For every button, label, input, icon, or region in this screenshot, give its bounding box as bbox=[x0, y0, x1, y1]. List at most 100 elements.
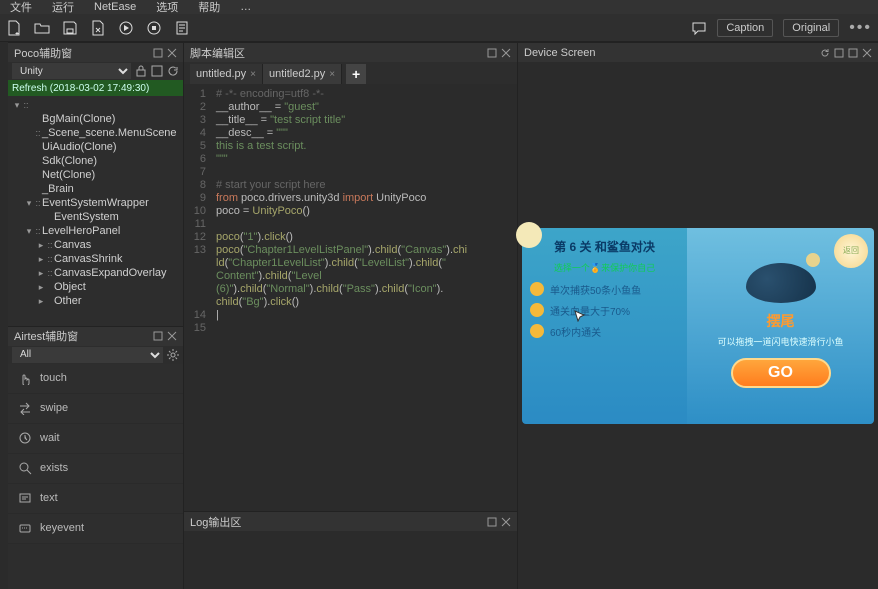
tree-node[interactable]: ▸Other bbox=[8, 294, 183, 308]
original-button[interactable]: Original bbox=[783, 19, 839, 37]
character-icon bbox=[746, 263, 816, 303]
action-touch[interactable]: touch bbox=[8, 364, 183, 394]
key-icon bbox=[18, 521, 32, 535]
poco-framework-select[interactable]: Unity bbox=[12, 63, 131, 79]
tree-node[interactable]: ▸::CanvasExpandOverlay bbox=[8, 266, 183, 280]
log-panel-header: Log输出区 bbox=[184, 511, 517, 531]
task-label: 通关血量大于70% bbox=[550, 303, 630, 318]
device-screen[interactable]: 第 6 关 和鲨鱼对决 选择一个🏅来保护你自己 单次捕获50条小鱼鱼通关血量大于… bbox=[518, 62, 878, 589]
device-panel-title: Device Screen bbox=[524, 47, 596, 59]
tab-close-icon[interactable]: × bbox=[250, 69, 256, 80]
tree-node[interactable]: ▾::LevelHeroPanel bbox=[8, 224, 183, 238]
game-mirror[interactable]: 第 6 关 和鲨鱼对决 选择一个🏅来保护你自己 单次捕获50条小鱼鱼通关血量大于… bbox=[522, 228, 874, 424]
task-item[interactable]: 通关血量大于70% bbox=[530, 303, 679, 318]
code-content[interactable]: # -*- encoding=utf8 -*- __author__ = "gu… bbox=[212, 84, 467, 511]
close-icon[interactable] bbox=[167, 331, 177, 341]
action-label: text bbox=[40, 492, 58, 504]
delete-file-icon[interactable] bbox=[90, 20, 106, 36]
action-exists[interactable]: exists bbox=[8, 454, 183, 484]
new-tab-button[interactable]: + bbox=[346, 64, 366, 84]
action-swipe[interactable]: swipe bbox=[8, 394, 183, 424]
editor-tab[interactable]: untitled2.py× bbox=[263, 64, 342, 84]
undock-icon[interactable] bbox=[848, 48, 858, 58]
save-icon[interactable] bbox=[62, 20, 78, 36]
character-name: 摆尾 bbox=[767, 311, 795, 331]
action-label: keyevent bbox=[40, 522, 84, 534]
tree-node[interactable]: Net(Clone) bbox=[8, 168, 183, 182]
code-editor[interactable]: 123456789101112131415 # -*- encoding=utf… bbox=[184, 84, 517, 511]
task-item[interactable]: 60秒内通关 bbox=[530, 324, 679, 339]
toolbar: Caption Original ••• bbox=[0, 14, 878, 42]
task-label: 单次捕获50条小鱼鱼 bbox=[550, 282, 641, 297]
medal-icon bbox=[530, 282, 544, 296]
tree-node[interactable]: BgMain(Clone) bbox=[8, 112, 183, 126]
settings-icon[interactable] bbox=[167, 349, 179, 361]
undock-icon[interactable] bbox=[487, 517, 497, 527]
editor-tabs: untitled.py×untitled2.py×+ bbox=[184, 62, 517, 84]
line-gutter: 123456789101112131415 bbox=[184, 84, 212, 511]
tree-node[interactable]: UiAudio(Clone) bbox=[8, 140, 183, 154]
inspect-icon[interactable] bbox=[151, 65, 163, 77]
tree-node[interactable]: _Brain bbox=[8, 182, 183, 196]
overflow-icon[interactable]: ••• bbox=[849, 19, 872, 37]
action-wait[interactable]: wait bbox=[8, 424, 183, 454]
action-label: touch bbox=[40, 372, 67, 384]
play-icon[interactable] bbox=[118, 20, 134, 36]
tree-node[interactable]: ▸::CanvasShrink bbox=[8, 252, 183, 266]
airtest-filter-select[interactable]: All bbox=[12, 347, 163, 363]
action-keyevent[interactable]: keyevent bbox=[8, 514, 183, 544]
tree-node[interactable]: ▸Object bbox=[8, 280, 183, 294]
close-icon[interactable] bbox=[862, 48, 872, 58]
undock-icon[interactable] bbox=[487, 48, 497, 58]
tree-node[interactable]: ::_Scene_scene.MenuScene bbox=[8, 126, 183, 140]
level-title: 第 6 关 和鲨鱼对决 bbox=[530, 238, 679, 255]
tree-node[interactable]: ▸::Canvas bbox=[8, 238, 183, 252]
tree-node[interactable]: ▾:: bbox=[8, 98, 183, 112]
menu-help[interactable]: 帮助 bbox=[198, 0, 220, 15]
task-item[interactable]: 单次捕获50条小鱼鱼 bbox=[530, 282, 679, 297]
menu-options[interactable]: 选项 bbox=[156, 0, 178, 15]
log-output[interactable] bbox=[184, 531, 517, 589]
comment-icon[interactable] bbox=[691, 20, 707, 36]
editor-tab[interactable]: untitled.py × bbox=[190, 64, 263, 84]
close-icon[interactable] bbox=[501, 48, 511, 58]
refresh-icon[interactable] bbox=[167, 65, 179, 77]
rotate-icon[interactable] bbox=[820, 48, 830, 58]
report-icon[interactable] bbox=[174, 20, 190, 36]
open-folder-icon[interactable] bbox=[34, 20, 50, 36]
close-icon[interactable] bbox=[167, 48, 177, 58]
character-desc: 可以拖拽一道闪电快速滑行小鱼 bbox=[717, 335, 843, 348]
menu-run[interactable]: 运行 bbox=[52, 0, 74, 15]
lock-icon[interactable] bbox=[135, 65, 147, 77]
undock-icon[interactable] bbox=[153, 48, 163, 58]
editor-panel-title: 脚本编辑区 bbox=[190, 45, 245, 61]
swap-icon bbox=[18, 401, 32, 415]
stop-icon[interactable] bbox=[146, 20, 162, 36]
caption-button[interactable]: Caption bbox=[717, 19, 773, 37]
clock-icon bbox=[18, 431, 32, 445]
tree-node[interactable]: EventSystem bbox=[8, 210, 183, 224]
airtest-panel-title: Airtest辅助窗 bbox=[14, 328, 78, 344]
undock-icon[interactable] bbox=[153, 331, 163, 341]
cursor-icon bbox=[574, 310, 586, 322]
tab-close-icon[interactable]: × bbox=[329, 69, 335, 80]
editor-panel-header: 脚本编辑区 bbox=[184, 42, 517, 62]
tree-node[interactable]: ▾::EventSystemWrapper bbox=[8, 196, 183, 210]
action-text[interactable]: text bbox=[8, 484, 183, 514]
close-icon[interactable] bbox=[501, 517, 511, 527]
menu-file[interactable]: 文件 bbox=[10, 0, 32, 15]
menu-more[interactable]: … bbox=[240, 1, 251, 13]
refresh-status[interactable]: Refresh (2018-03-02 17:49:30) bbox=[8, 80, 183, 96]
back-bubble[interactable]: 返回 bbox=[834, 234, 868, 268]
new-file-icon[interactable] bbox=[6, 20, 22, 36]
menubar: 文件 运行 NetEase 选项 帮助 … bbox=[0, 0, 878, 14]
hand-icon bbox=[18, 371, 32, 385]
go-button[interactable]: GO bbox=[731, 358, 831, 388]
tree-node[interactable]: Sdk(Clone) bbox=[8, 154, 183, 168]
device-panel-header: Device Screen bbox=[518, 42, 878, 62]
task-label: 60秒内通关 bbox=[550, 324, 601, 339]
hierarchy-tree: ▾::BgMain(Clone)::_Scene_scene.MenuScene… bbox=[8, 96, 183, 326]
fullscreen-icon[interactable] bbox=[834, 48, 844, 58]
menu-netease[interactable]: NetEase bbox=[94, 1, 136, 13]
tab-label: untitled.py bbox=[196, 68, 246, 80]
